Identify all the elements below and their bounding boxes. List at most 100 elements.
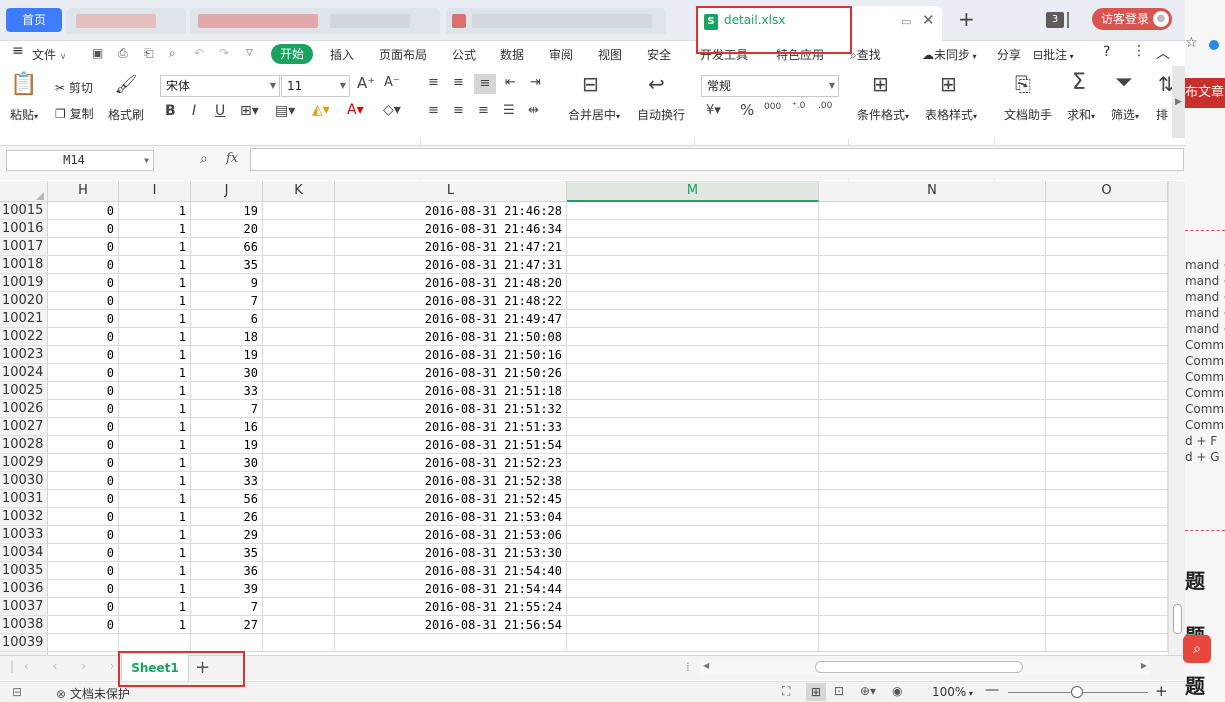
- cell-l[interactable]: 2016-08-31 21:46:34: [335, 220, 567, 238]
- cell-i[interactable]: 1: [119, 364, 191, 382]
- redo-icon[interactable]: ↷: [219, 46, 229, 60]
- cell-k[interactable]: [263, 436, 335, 454]
- cell-l[interactable]: 2016-08-31 21:46:28: [335, 202, 567, 220]
- cell-j[interactable]: 6: [191, 310, 263, 328]
- cell-h[interactable]: 0: [48, 580, 119, 598]
- tab-start[interactable]: 开始: [271, 44, 313, 64]
- cell-i[interactable]: 1: [119, 454, 191, 472]
- cell-n[interactable]: [819, 382, 1046, 400]
- format-painter-icon[interactable]: 🖌: [114, 76, 138, 94]
- table-style-button[interactable]: 表格样式▾: [925, 106, 977, 123]
- cell-j[interactable]: [191, 634, 263, 652]
- cell-l[interactable]: 2016-08-31 21:47:31: [335, 256, 567, 274]
- cell-i[interactable]: 1: [119, 526, 191, 544]
- tab-insert[interactable]: 插入: [330, 46, 354, 63]
- undo-icon[interactable]: ↶: [194, 46, 204, 60]
- cell-l[interactable]: 2016-08-31 21:53:04: [335, 508, 567, 526]
- number-format-select[interactable]: 常规 ▼: [701, 75, 839, 97]
- cell-i[interactable]: [119, 634, 191, 652]
- cell-h[interactable]: 0: [48, 472, 119, 490]
- cell-j[interactable]: 16: [191, 418, 263, 436]
- cell-m[interactable]: [567, 418, 819, 436]
- row-header[interactable]: 10027: [0, 418, 48, 436]
- row-header[interactable]: 10033: [0, 526, 48, 544]
- cell-k[interactable]: [263, 328, 335, 346]
- cell-h[interactable]: 0: [48, 436, 119, 454]
- cell-m[interactable]: [567, 472, 819, 490]
- cell-n[interactable]: [819, 436, 1046, 454]
- cell-l[interactable]: 2016-08-31 21:54:44: [335, 580, 567, 598]
- cell-h[interactable]: 0: [48, 346, 119, 364]
- cell-o[interactable]: [1046, 544, 1168, 562]
- cell-m[interactable]: [567, 328, 819, 346]
- row-header[interactable]: 10015: [0, 202, 48, 220]
- row-header[interactable]: 10019: [0, 274, 48, 292]
- column-header-n[interactable]: N: [819, 181, 1046, 202]
- clear-format-icon[interactable]: ◇▾: [383, 103, 401, 117]
- cell-o[interactable]: [1046, 562, 1168, 580]
- cell-o[interactable]: [1046, 400, 1168, 418]
- cell-i[interactable]: 1: [119, 310, 191, 328]
- doc-helper-icon[interactable]: ⎘: [1015, 74, 1031, 94]
- row-header[interactable]: 10037: [0, 598, 48, 616]
- bold-icon[interactable]: B: [165, 104, 176, 118]
- conditional-format-icon[interactable]: ⊞: [872, 74, 889, 94]
- cell-o[interactable]: [1046, 418, 1168, 436]
- horizontal-scroll-thumb[interactable]: [815, 661, 1023, 673]
- print-preview-icon[interactable]: ⌕: [169, 46, 176, 61]
- decrease-font-icon[interactable]: A⁻: [384, 76, 400, 89]
- cell-m[interactable]: [567, 454, 819, 472]
- cell-h[interactable]: 0: [48, 490, 119, 508]
- cell-j[interactable]: 27: [191, 616, 263, 634]
- new-tab-icon[interactable]: +: [958, 7, 975, 31]
- cell-n[interactable]: [819, 544, 1046, 562]
- cell-o[interactable]: [1046, 346, 1168, 364]
- doc-helper-button[interactable]: 文档助手: [1004, 106, 1052, 123]
- blurred-tab-1[interactable]: [66, 8, 186, 34]
- paste-icon[interactable]: 📋: [10, 74, 38, 96]
- page-break-view-icon[interactable]: ⊡: [834, 684, 844, 698]
- cell-k[interactable]: [263, 292, 335, 310]
- cell-k[interactable]: [263, 364, 335, 382]
- cell-h[interactable]: 0: [48, 364, 119, 382]
- cell-n[interactable]: [819, 364, 1046, 382]
- eye-protect-icon[interactable]: ◉: [892, 684, 902, 698]
- conditional-format-button[interactable]: 条件格式▾: [857, 106, 909, 123]
- font-size-select[interactable]: 11 ▼: [281, 75, 350, 97]
- blurred-tab-3[interactable]: [446, 8, 666, 34]
- column-header-i[interactable]: I: [119, 181, 191, 202]
- cell-n[interactable]: [819, 508, 1046, 526]
- side-search-icon[interactable]: ⌕: [1183, 635, 1211, 663]
- border-icon[interactable]: ⊞▾: [240, 104, 259, 118]
- row-header[interactable]: 10016: [0, 220, 48, 238]
- fullscreen-icon[interactable]: ⛶: [782, 684, 790, 699]
- cell-o[interactable]: [1046, 616, 1168, 634]
- cell-i[interactable]: 1: [119, 580, 191, 598]
- column-header-k[interactable]: K: [263, 181, 335, 202]
- cell-j[interactable]: 30: [191, 364, 263, 382]
- align-right-icon[interactable]: ≡: [478, 104, 489, 117]
- column-header-m[interactable]: M: [567, 181, 819, 202]
- cell-k[interactable]: [263, 256, 335, 274]
- cell-i[interactable]: 1: [119, 382, 191, 400]
- row-header[interactable]: 10030: [0, 472, 48, 490]
- cell-o[interactable]: [1046, 508, 1168, 526]
- italic-icon[interactable]: I: [192, 104, 196, 118]
- cell-o[interactable]: [1046, 364, 1168, 382]
- row-header[interactable]: 10034: [0, 544, 48, 562]
- cell-m[interactable]: [567, 310, 819, 328]
- cell-h[interactable]: 0: [48, 256, 119, 274]
- cell-i[interactable]: 1: [119, 490, 191, 508]
- reading-view-icon[interactable]: ⊕▾: [860, 684, 876, 698]
- cell-l[interactable]: 2016-08-31 21:50:08: [335, 328, 567, 346]
- cell-l[interactable]: 2016-08-31 21:52:45: [335, 490, 567, 508]
- cell-j[interactable]: 19: [191, 436, 263, 454]
- tab-list-icon[interactable]: [1067, 12, 1069, 28]
- row-header[interactable]: 10020: [0, 292, 48, 310]
- cell-o[interactable]: [1046, 634, 1168, 652]
- cell-o[interactable]: [1046, 454, 1168, 472]
- cell-o[interactable]: [1046, 220, 1168, 238]
- row-header[interactable]: 10025: [0, 382, 48, 400]
- tab-security[interactable]: 安全: [647, 46, 671, 63]
- help-icon[interactable]: ?: [1103, 44, 1110, 60]
